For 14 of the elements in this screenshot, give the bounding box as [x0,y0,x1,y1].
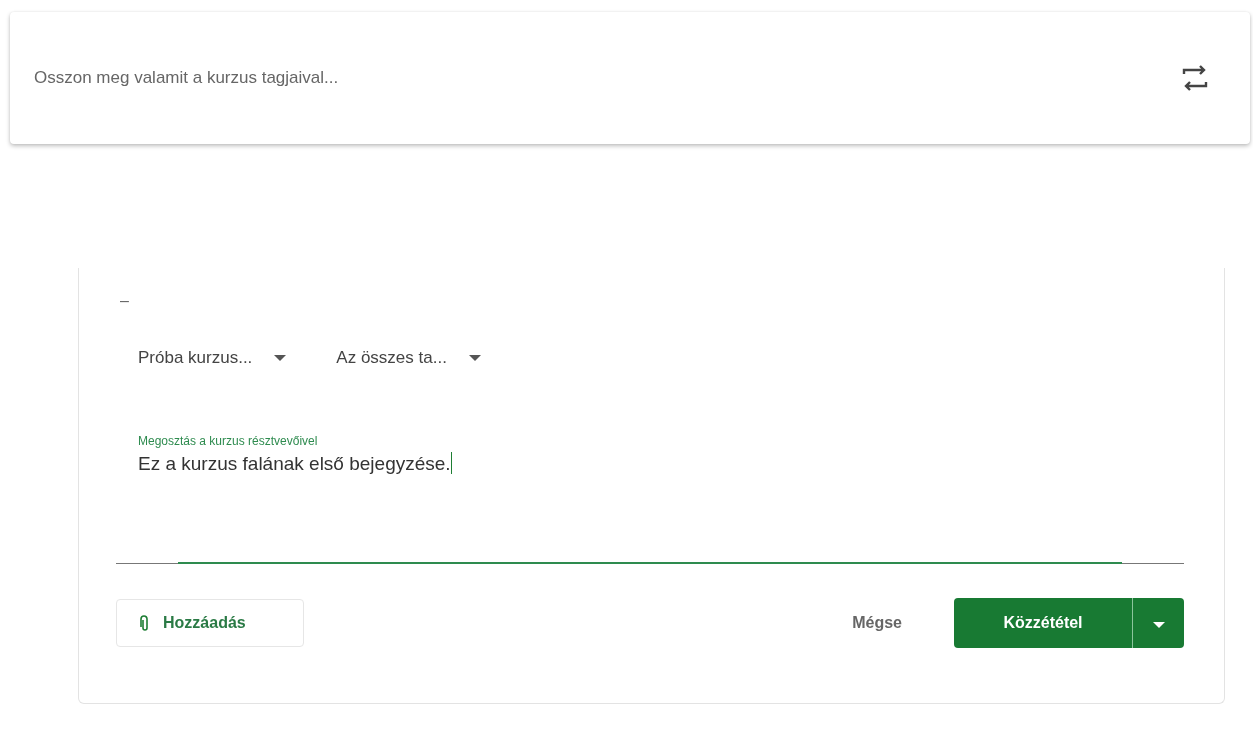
share-placeholder: Osszon meg valamit a kurzus tagjaival... [34,68,340,88]
add-button[interactable]: Hozzáadás [116,599,304,647]
caret-icon [1152,621,1165,628]
post-button[interactable]: Közzététel [954,598,1132,648]
paperclip-icon [139,615,149,631]
dropdown[interactable]: Próba kurzus... [138,348,287,368]
post-field[interactable]: Megosztás a kurzus résztvevőivel Ez a kurzus falának első bejegyzése. [116,434,1184,564]
share-box[interactable]: Osszon meg valamit a kurzus tagjaival... [10,12,1250,144]
cancel-button[interactable]: Mégse [846,613,908,633]
caret-icon [274,355,287,361]
caret-icon [468,355,481,361]
dash-mark: – [120,292,130,310]
dropdown[interactable]: Az összes ta... [336,348,481,368]
post-options-button[interactable] [1132,598,1184,648]
